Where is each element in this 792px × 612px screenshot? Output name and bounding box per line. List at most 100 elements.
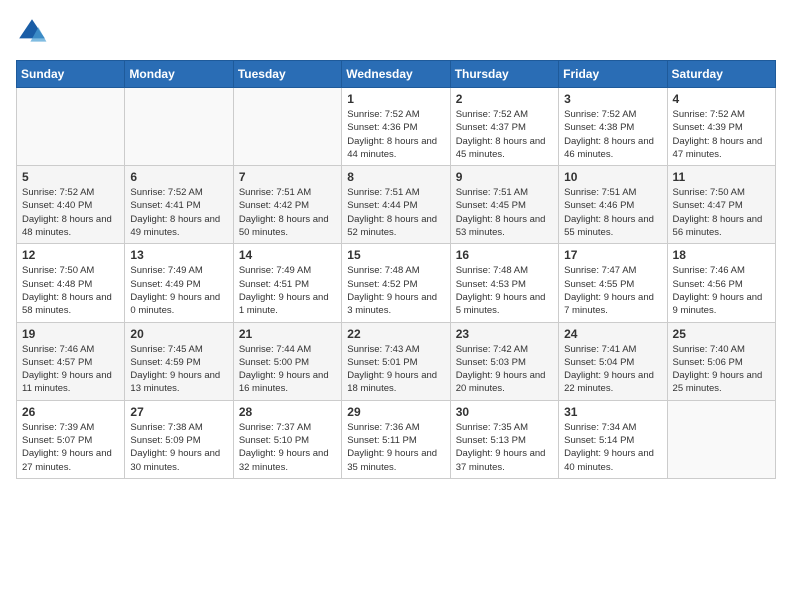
calendar-cell: 2 Sunrise: 7:52 AM Sunset: 4:37 PM Daylig… — [450, 88, 558, 166]
calendar-day-header: Monday — [125, 61, 233, 88]
page-header — [16, 16, 776, 48]
day-info: Sunrise: 7:41 AM Sunset: 5:04 PM Dayligh… — [564, 343, 661, 396]
day-number: 27 — [130, 405, 227, 419]
day-info: Sunrise: 7:38 AM Sunset: 5:09 PM Dayligh… — [130, 421, 227, 474]
day-number: 18 — [673, 248, 770, 262]
day-info: Sunrise: 7:47 AM Sunset: 4:55 PM Dayligh… — [564, 264, 661, 317]
calendar-cell — [125, 88, 233, 166]
day-number: 25 — [673, 327, 770, 341]
day-info: Sunrise: 7:44 AM Sunset: 5:00 PM Dayligh… — [239, 343, 336, 396]
day-info: Sunrise: 7:52 AM Sunset: 4:41 PM Dayligh… — [130, 186, 227, 239]
day-number: 19 — [22, 327, 119, 341]
day-number: 7 — [239, 170, 336, 184]
day-number: 12 — [22, 248, 119, 262]
calendar-cell: 25 Sunrise: 7:40 AM Sunset: 5:06 PM Dayli… — [667, 322, 775, 400]
day-number: 9 — [456, 170, 553, 184]
calendar-cell: 21 Sunrise: 7:44 AM Sunset: 5:00 PM Dayli… — [233, 322, 341, 400]
day-number: 10 — [564, 170, 661, 184]
day-info: Sunrise: 7:42 AM Sunset: 5:03 PM Dayligh… — [456, 343, 553, 396]
calendar-day-header: Wednesday — [342, 61, 450, 88]
day-info: Sunrise: 7:52 AM Sunset: 4:38 PM Dayligh… — [564, 108, 661, 161]
calendar-cell — [667, 400, 775, 478]
day-number: 29 — [347, 405, 444, 419]
calendar-cell: 15 Sunrise: 7:48 AM Sunset: 4:52 PM Dayli… — [342, 244, 450, 322]
logo-icon — [16, 16, 48, 48]
day-info: Sunrise: 7:52 AM Sunset: 4:37 PM Dayligh… — [456, 108, 553, 161]
day-number: 6 — [130, 170, 227, 184]
calendar-cell — [17, 88, 125, 166]
calendar-cell: 4 Sunrise: 7:52 AM Sunset: 4:39 PM Daylig… — [667, 88, 775, 166]
day-number: 8 — [347, 170, 444, 184]
day-number: 14 — [239, 248, 336, 262]
calendar-cell: 22 Sunrise: 7:43 AM Sunset: 5:01 PM Dayli… — [342, 322, 450, 400]
calendar-cell: 30 Sunrise: 7:35 AM Sunset: 5:13 PM Dayli… — [450, 400, 558, 478]
day-info: Sunrise: 7:35 AM Sunset: 5:13 PM Dayligh… — [456, 421, 553, 474]
day-number: 26 — [22, 405, 119, 419]
calendar-table: SundayMondayTuesdayWednesdayThursdayFrid… — [16, 60, 776, 479]
day-number: 21 — [239, 327, 336, 341]
day-info: Sunrise: 7:51 AM Sunset: 4:46 PM Dayligh… — [564, 186, 661, 239]
calendar-week-row: 5Sunrise: 7:52 AM Sunset: 4:40 PM Daylig… — [17, 166, 776, 244]
calendar-cell: 24 Sunrise: 7:41 AM Sunset: 5:04 PM Dayli… — [559, 322, 667, 400]
calendar-cell: 29 Sunrise: 7:36 AM Sunset: 5:11 PM Dayli… — [342, 400, 450, 478]
calendar-cell: 14 Sunrise: 7:49 AM Sunset: 4:51 PM Dayli… — [233, 244, 341, 322]
day-number: 24 — [564, 327, 661, 341]
calendar-cell: 23 Sunrise: 7:42 AM Sunset: 5:03 PM Dayli… — [450, 322, 558, 400]
day-info: Sunrise: 7:36 AM Sunset: 5:11 PM Dayligh… — [347, 421, 444, 474]
day-number: 11 — [673, 170, 770, 184]
calendar-week-row: 26Sunrise: 7:39 AM Sunset: 5:07 PM Dayli… — [17, 400, 776, 478]
calendar-cell: 31 Sunrise: 7:34 AM Sunset: 5:14 PM Dayli… — [559, 400, 667, 478]
day-number: 16 — [456, 248, 553, 262]
day-number: 4 — [673, 92, 770, 106]
day-info: Sunrise: 7:52 AM Sunset: 4:36 PM Dayligh… — [347, 108, 444, 161]
calendar-cell: 17 Sunrise: 7:47 AM Sunset: 4:55 PM Dayli… — [559, 244, 667, 322]
logo — [16, 16, 52, 48]
day-number: 20 — [130, 327, 227, 341]
calendar-cell: 11 Sunrise: 7:50 AM Sunset: 4:47 PM Dayli… — [667, 166, 775, 244]
calendar-cell: 9 Sunrise: 7:51 AM Sunset: 4:45 PM Daylig… — [450, 166, 558, 244]
calendar-cell: 26Sunrise: 7:39 AM Sunset: 5:07 PM Dayli… — [17, 400, 125, 478]
day-number: 22 — [347, 327, 444, 341]
day-info: Sunrise: 7:51 AM Sunset: 4:45 PM Dayligh… — [456, 186, 553, 239]
day-info: Sunrise: 7:48 AM Sunset: 4:53 PM Dayligh… — [456, 264, 553, 317]
calendar-week-row: 19Sunrise: 7:46 AM Sunset: 4:57 PM Dayli… — [17, 322, 776, 400]
day-number: 3 — [564, 92, 661, 106]
calendar-cell: 20 Sunrise: 7:45 AM Sunset: 4:59 PM Dayli… — [125, 322, 233, 400]
calendar-cell: 27 Sunrise: 7:38 AM Sunset: 5:09 PM Dayli… — [125, 400, 233, 478]
day-number: 2 — [456, 92, 553, 106]
day-number: 28 — [239, 405, 336, 419]
day-info: Sunrise: 7:49 AM Sunset: 4:51 PM Dayligh… — [239, 264, 336, 317]
calendar-day-header: Friday — [559, 61, 667, 88]
day-number: 13 — [130, 248, 227, 262]
day-number: 31 — [564, 405, 661, 419]
calendar-day-header: Tuesday — [233, 61, 341, 88]
day-info: Sunrise: 7:50 AM Sunset: 4:47 PM Dayligh… — [673, 186, 770, 239]
day-info: Sunrise: 7:34 AM Sunset: 5:14 PM Dayligh… — [564, 421, 661, 474]
calendar-day-header: Saturday — [667, 61, 775, 88]
calendar-cell: 19Sunrise: 7:46 AM Sunset: 4:57 PM Dayli… — [17, 322, 125, 400]
day-info: Sunrise: 7:49 AM Sunset: 4:49 PM Dayligh… — [130, 264, 227, 317]
day-number: 17 — [564, 248, 661, 262]
day-info: Sunrise: 7:51 AM Sunset: 4:42 PM Dayligh… — [239, 186, 336, 239]
day-info: Sunrise: 7:43 AM Sunset: 5:01 PM Dayligh… — [347, 343, 444, 396]
day-number: 23 — [456, 327, 553, 341]
day-info: Sunrise: 7:46 AM Sunset: 4:56 PM Dayligh… — [673, 264, 770, 317]
day-info: Sunrise: 7:52 AM Sunset: 4:39 PM Dayligh… — [673, 108, 770, 161]
day-info: Sunrise: 7:45 AM Sunset: 4:59 PM Dayligh… — [130, 343, 227, 396]
day-number: 30 — [456, 405, 553, 419]
calendar-cell: 1 Sunrise: 7:52 AM Sunset: 4:36 PM Daylig… — [342, 88, 450, 166]
day-number: 15 — [347, 248, 444, 262]
calendar-cell: 8Sunrise: 7:51 AM Sunset: 4:44 PM Daylig… — [342, 166, 450, 244]
calendar-header-row: SundayMondayTuesdayWednesdayThursdayFrid… — [17, 61, 776, 88]
calendar-cell: 18 Sunrise: 7:46 AM Sunset: 4:56 PM Dayli… — [667, 244, 775, 322]
calendar-cell: 5Sunrise: 7:52 AM Sunset: 4:40 PM Daylig… — [17, 166, 125, 244]
calendar-cell: 3 Sunrise: 7:52 AM Sunset: 4:38 PM Daylig… — [559, 88, 667, 166]
day-info: Sunrise: 7:48 AM Sunset: 4:52 PM Dayligh… — [347, 264, 444, 317]
day-number: 1 — [347, 92, 444, 106]
calendar-cell: 13 Sunrise: 7:49 AM Sunset: 4:49 PM Dayli… — [125, 244, 233, 322]
calendar-cell — [233, 88, 341, 166]
calendar-cell: 10 Sunrise: 7:51 AM Sunset: 4:46 PM Dayli… — [559, 166, 667, 244]
day-info: Sunrise: 7:40 AM Sunset: 5:06 PM Dayligh… — [673, 343, 770, 396]
calendar-cell: 7 Sunrise: 7:51 AM Sunset: 4:42 PM Daylig… — [233, 166, 341, 244]
calendar-day-header: Sunday — [17, 61, 125, 88]
